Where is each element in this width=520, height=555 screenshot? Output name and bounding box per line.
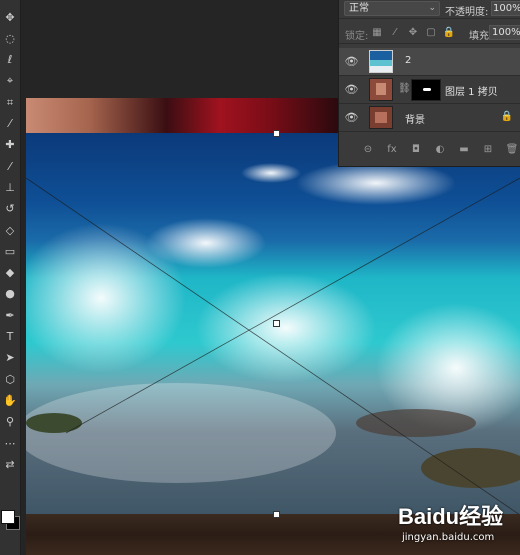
eye-icon[interactable]: 👁 <box>345 55 359 68</box>
layer-lock-icon: 🔒 <box>500 111 513 122</box>
lock-label: 锁定: <box>345 31 369 42</box>
layer-name: 2 <box>405 55 412 66</box>
lock-artboard-icon[interactable]: ▢ <box>425 26 437 38</box>
gradient-tool-icon[interactable]: ▭ <box>1 242 19 260</box>
adjustment-layer-icon[interactable]: ◐ <box>433 142 447 156</box>
layers-panel-footer: ⊝ fx ◘ ◐ ▬ ⊞ 🗑 <box>339 138 520 160</box>
blur-tool-icon[interactable]: ◆ <box>1 264 19 282</box>
chevron-down-icon: ⌄ <box>428 3 436 13</box>
transform-center-point[interactable] <box>273 320 280 327</box>
clone-stamp-tool-icon[interactable]: ⊥ <box>1 178 19 196</box>
watermark-brand: Baidu经验 <box>398 504 504 529</box>
blend-mode-value: 正常 <box>349 3 369 14</box>
lock-transparent-pixels-icon[interactable]: ▦ <box>371 26 383 38</box>
lasso-tool-icon[interactable]: ℓ <box>1 51 19 69</box>
foreground-color-swatch[interactable] <box>1 510 15 524</box>
opacity-label: 不透明度: <box>445 7 489 18</box>
lock-row: 锁定: ▦ ⁄ ✥ ▢ 🔒 填充: 100% <box>339 23 520 44</box>
mask-link-icon[interactable]: ⛓ <box>398 83 411 94</box>
shape-tool-icon[interactable]: ⬡ <box>1 370 19 388</box>
swap-colors-icon[interactable]: ⇄ <box>1 455 19 473</box>
pen-tool-icon[interactable]: ✒ <box>1 306 19 324</box>
watermark-url: jingyan.baidu.com <box>402 532 495 543</box>
eye-icon[interactable]: 👁 <box>345 83 359 96</box>
opacity-field[interactable]: 100% <box>491 1 520 16</box>
marquee-tool-icon[interactable]: ◌ <box>1 29 19 47</box>
fx-icon[interactable]: fx <box>385 142 399 156</box>
transform-handle-top[interactable] <box>273 130 280 137</box>
brush-tool-icon[interactable]: ⁄ <box>1 157 19 175</box>
layer-name: 图层 1 拷贝 <box>445 87 498 98</box>
blend-row: 正常 ⌄ 不透明度: 100% <box>339 0 520 19</box>
layer-row-layer1-copy[interactable]: 👁 ⛓ 图层 1 拷贝 <box>339 76 520 104</box>
upper-photo-strip <box>26 98 338 134</box>
tools-panel: ✥ ◌ ℓ ⌖ ⌗ ⁄ ✚ ⁄ ⊥ ↺ ◇ ▭ ◆ ● ✒ T ➤ ⬡ ✋ ⚲ ⋯ ⇄ <box>0 0 21 555</box>
delete-layer-icon[interactable]: 🗑 <box>505 142 519 156</box>
new-layer-icon[interactable]: ⊞ <box>481 142 495 156</box>
link-layers-icon[interactable]: ⊝ <box>361 142 375 156</box>
add-mask-icon[interactable]: ◘ <box>409 142 423 156</box>
fill-field[interactable]: 100% <box>489 25 520 40</box>
history-brush-tool-icon[interactable]: ↺ <box>1 200 19 218</box>
eye-icon[interactable]: 👁 <box>345 111 359 124</box>
eraser-tool-icon[interactable]: ◇ <box>1 221 19 239</box>
lock-image-pixels-icon[interactable]: ⁄ <box>389 26 401 38</box>
eyedropper-tool-icon[interactable]: ⁄ <box>1 115 19 133</box>
dodge-tool-icon[interactable]: ● <box>1 285 19 303</box>
layers-panel: 正常 ⌄ 不透明度: 100% 锁定: ▦ ⁄ ✥ ▢ 🔒 填充: 100% 👁… <box>338 0 520 167</box>
lock-all-icon[interactable]: 🔒 <box>443 26 455 38</box>
layer-thumbnail <box>369 50 393 73</box>
move-tool-icon[interactable]: ✥ <box>1 8 19 26</box>
blend-mode-select[interactable]: 正常 ⌄ <box>344 1 440 16</box>
healing-brush-tool-icon[interactable]: ✚ <box>1 136 19 154</box>
lock-position-icon[interactable]: ✥ <box>407 26 419 38</box>
hand-tool-icon[interactable]: ✋ <box>1 391 19 409</box>
crop-tool-icon[interactable]: ⌗ <box>1 93 19 111</box>
type-tool-icon[interactable]: T <box>1 328 19 346</box>
zoom-tool-icon[interactable]: ⚲ <box>1 413 19 431</box>
path-select-tool-icon[interactable]: ➤ <box>1 349 19 367</box>
layer-row-2[interactable]: 👁 2 <box>339 48 520 76</box>
layer-name: 背景 <box>405 115 425 126</box>
new-group-icon[interactable]: ▬ <box>457 142 471 156</box>
layer-mask-thumbnail[interactable] <box>411 79 441 101</box>
baidu-jingyan-watermark: Baidu经验 jingyan.baidu.com <box>398 497 520 555</box>
layer-row-background[interactable]: 👁 背景 🔒 <box>339 104 520 132</box>
more-tools-icon[interactable]: ⋯ <box>1 434 19 452</box>
layer-thumbnail <box>369 78 393 101</box>
transform-handle-bottom[interactable] <box>273 511 280 518</box>
quick-select-tool-icon[interactable]: ⌖ <box>1 72 19 90</box>
layer-thumbnail <box>369 106 393 129</box>
